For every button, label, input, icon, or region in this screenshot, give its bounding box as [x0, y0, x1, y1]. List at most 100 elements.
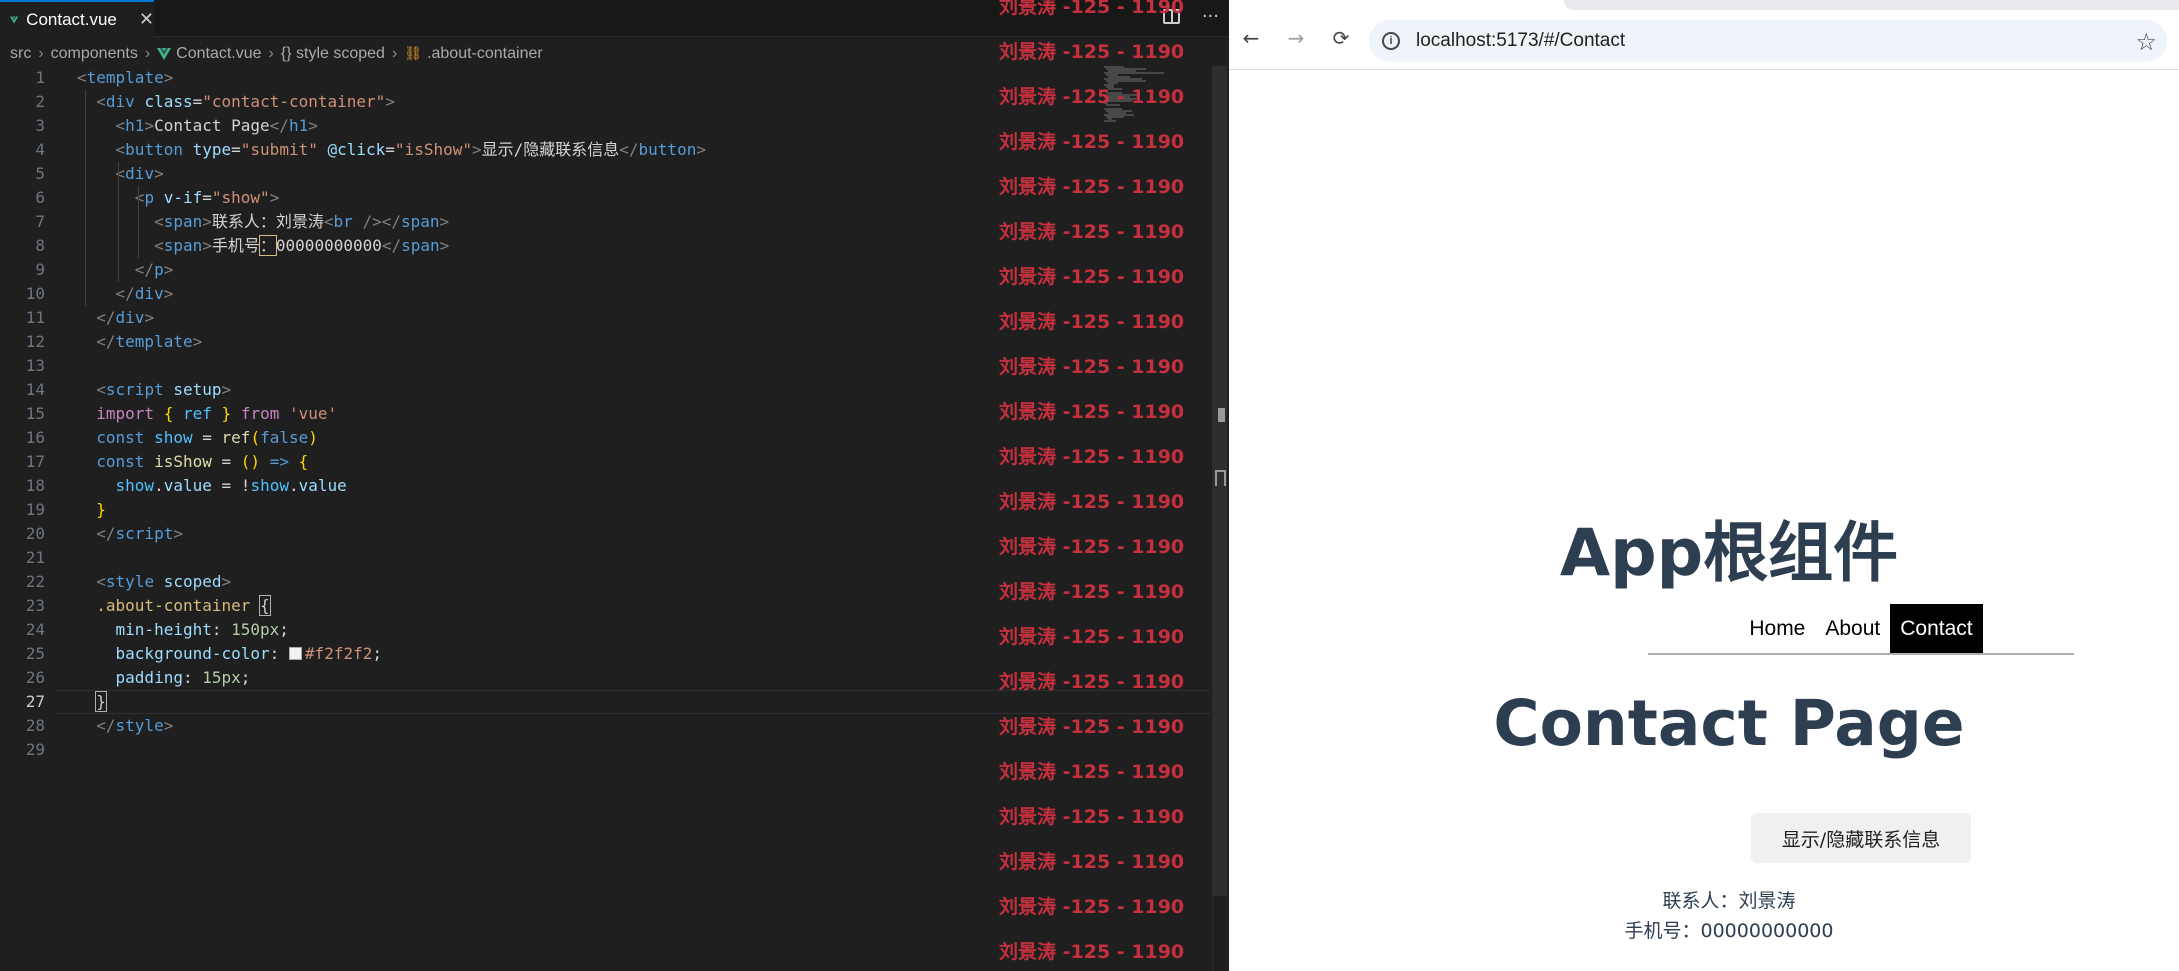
line-number: 18	[25, 476, 45, 495]
breadcrumb-src[interactable]: src	[10, 45, 31, 63]
code-token: !	[240, 476, 251, 495]
code-token: :	[269, 644, 289, 663]
code-line[interactable]: 11 </div>	[0, 306, 1000, 330]
symbol-class-icon: ⛓	[404, 46, 423, 62]
breadcrumb-components[interactable]: components	[51, 45, 138, 63]
code-token: Contact Page	[154, 116, 270, 135]
code-line[interactable]: 29	[0, 738, 1000, 762]
code-text: min-height: 150px;	[77, 618, 289, 642]
code-text: <style scoped>	[77, 570, 231, 594]
code-token: p	[154, 260, 164, 279]
code-token: value	[298, 476, 347, 495]
code-line[interactable]: 21	[0, 546, 1000, 570]
code-line[interactable]: 18 show.value = !show.value	[0, 474, 1000, 498]
code-line[interactable]: 10 </div>	[0, 282, 1000, 306]
line-number: 6	[35, 188, 45, 207]
code-line[interactable]: 5 <div>	[0, 162, 1000, 186]
code-line[interactable]: 27 }	[0, 690, 1000, 714]
code-area[interactable]: 1 <template> 2 <div class="contact-contain…	[0, 66, 1229, 971]
code-token: {	[163, 404, 174, 423]
address-bar[interactable]: i localhost:5173/#/Contact ☆	[1369, 20, 2167, 62]
toggle-contact-info-button[interactable]: 显示/隐藏联系信息	[1751, 813, 1971, 863]
minimap[interactable]	[1104, 66, 1174, 126]
line-number: 2	[35, 92, 45, 111]
code-token: ref	[221, 428, 251, 447]
code-token: 00000000000	[275, 236, 382, 255]
bookmark-star-icon[interactable]: ☆	[2135, 28, 2157, 56]
code-line[interactable]: 9 </p>	[0, 258, 1000, 282]
breadcrumb-about-container[interactable]: .about-container	[427, 45, 543, 63]
forward-arrow-icon[interactable]: →	[1284, 26, 1308, 50]
code-token: div	[125, 164, 155, 183]
line-number: 25	[25, 644, 45, 663]
split-editor-icon[interactable]	[1162, 9, 1180, 24]
code-token: >	[192, 332, 203, 351]
code-line[interactable]: 20 </script>	[0, 522, 1000, 546]
code-line[interactable]: 22 <style scoped>	[0, 570, 1000, 594]
code-token: =	[192, 92, 203, 111]
code-line[interactable]: 13	[0, 354, 1000, 378]
code-token: p	[144, 188, 155, 207]
nav-link-about[interactable]: About	[1815, 604, 1890, 653]
code-token: "submit"	[240, 140, 318, 159]
contact-page-title: Contact Page	[1493, 687, 1965, 760]
code-line[interactable]: 19 }	[0, 498, 1000, 522]
code-line[interactable]: 4 <button type="submit" @click="isShow">…	[0, 138, 1000, 162]
minimap-line	[1104, 120, 1116, 122]
code-line[interactable]: 25 background-color: #f2f2f2;	[0, 642, 1000, 666]
code-line[interactable]: 17 const isShow = () => {	[0, 450, 1000, 474]
back-arrow-icon[interactable]: ←	[1239, 26, 1263, 50]
code-line[interactable]: 6 <p v-if="show">	[0, 186, 1000, 210]
tab-label: Contact.vue	[26, 9, 117, 29]
code-line[interactable]: 26 padding: 15px;	[0, 666, 1000, 690]
nav-link-home[interactable]: Home	[1739, 604, 1815, 653]
code-line[interactable]: 8 <span>手机号：00000000000</span>	[0, 234, 1000, 258]
breadcrumb-style-scoped[interactable]: {} style scoped	[281, 45, 385, 63]
browser-tab-strip	[1564, 0, 2179, 10]
code-line[interactable]: 12 </template>	[0, 330, 1000, 354]
code-line[interactable]: 15 import { ref } from 'vue'	[0, 402, 1000, 426]
code-line[interactable]: 28 </style>	[0, 714, 1000, 738]
code-line[interactable]: 14 <script setup>	[0, 378, 1000, 402]
scrollbar-marker	[1218, 408, 1225, 422]
code-line[interactable]: 2 <div class="contact-container">	[0, 90, 1000, 114]
more-actions-icon[interactable]: ···	[1202, 6, 1219, 27]
code-token: .	[154, 476, 164, 495]
code-text: import { ref } from 'vue'	[77, 402, 337, 426]
code-line[interactable]: 1 <template>	[0, 66, 1000, 90]
code-token: type	[192, 140, 232, 159]
code-token: from	[240, 404, 280, 423]
line-number: 15	[25, 404, 45, 423]
code-token: import	[96, 404, 155, 423]
tab-contact-vue[interactable]: Contact.vue ✕	[0, 0, 154, 37]
reload-icon[interactable]: ⟳	[1329, 26, 1353, 50]
code-line[interactable]: 7 <span>联系人：刘景涛<br /></span>	[0, 210, 1000, 234]
code-line[interactable]: 23 .about-container {	[0, 594, 1000, 618]
site-info-icon[interactable]: i	[1382, 32, 1400, 50]
code-token: =>	[269, 452, 289, 471]
nav-link-contact[interactable]: Contact	[1890, 604, 1983, 653]
code-token: =	[221, 452, 232, 471]
breadcrumb-separator: ›	[144, 45, 151, 62]
code-token: template	[86, 68, 164, 87]
url-text[interactable]: localhost:5173/#/Contact	[1416, 30, 1625, 52]
code-line[interactable]: 16 const show = ref(false)	[0, 426, 1000, 450]
minimap-line	[1108, 88, 1122, 90]
breadcrumb-file[interactable]: Contact.vue	[176, 45, 261, 63]
code-token: (	[250, 428, 261, 447]
close-icon[interactable]: ✕	[139, 9, 154, 30]
code-token: "contact-container"	[202, 92, 386, 111]
browser-toolbar: ← → ⟳ i localhost:5173/#/Contact ☆	[1229, 0, 2179, 70]
code-line[interactable]: 24 min-height: 150px;	[0, 618, 1000, 642]
code-line[interactable]: 3 <h1>Contact Page</h1>	[0, 114, 1000, 138]
